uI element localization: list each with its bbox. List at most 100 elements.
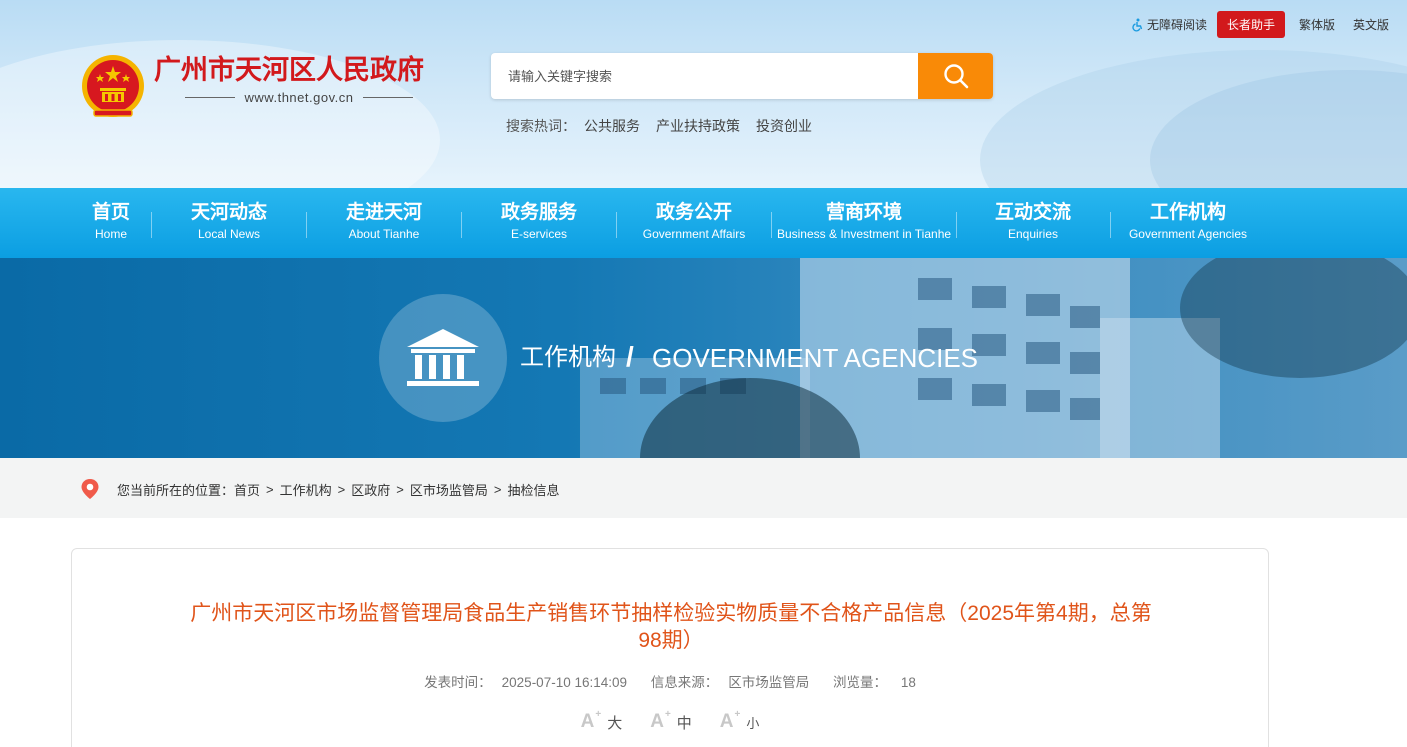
- banner-window: [1070, 398, 1100, 420]
- nav-item-local-news[interactable]: 天河动态 Local News: [164, 188, 294, 258]
- nav-divider: [1110, 212, 1111, 238]
- publish-time-label: 发表时间：: [424, 675, 492, 690]
- location-pin-icon: [81, 479, 99, 499]
- info-source-value: 区市场监管局: [728, 675, 810, 690]
- nav-label-zh: 互动交流: [994, 202, 1071, 223]
- hot-term[interactable]: 公共服务: [584, 116, 640, 136]
- accessibility-label: 无障碍阅读: [1146, 18, 1207, 32]
- breadcrumb-separator: >: [396, 482, 404, 497]
- nav-label-en: Enquiries: [1007, 227, 1059, 241]
- divider-line: [363, 97, 414, 98]
- search-icon: [943, 64, 968, 89]
- article-meta: 发表时间： 2025-07-10 16:14:09 信息来源： 区市场监管局 浏览量…: [72, 671, 1268, 691]
- divider-line: [184, 97, 235, 98]
- banner-window: [918, 278, 952, 300]
- nav-divider: [771, 212, 772, 238]
- wheelchair-icon: [1132, 18, 1143, 31]
- hot-search-terms: 搜索热词： 公共服务 产业扶持政策 投资创业: [506, 116, 812, 136]
- search-box: [491, 53, 993, 99]
- site-title: 广州市天河区人民政府: [154, 55, 424, 85]
- breadcrumb-item[interactable]: 区政府: [351, 480, 390, 499]
- search-button[interactable]: [918, 53, 993, 99]
- nav-item-business-investment[interactable]: 营商环境 Business & Investment in Tianhe: [774, 188, 954, 258]
- banner-window: [918, 378, 952, 400]
- font-size-large-button[interactable]: A + 大: [581, 709, 623, 739]
- elder-assistant-button[interactable]: 长者助手: [1216, 11, 1285, 38]
- banner-window: [972, 384, 1006, 406]
- breadcrumb-item[interactable]: 首页: [234, 480, 260, 499]
- section-banner: 工作机构 / GOVERNMENT AGENCIES: [0, 258, 1407, 458]
- nav-item-government-affairs[interactable]: 政务公开 Government Affairs: [629, 188, 759, 258]
- article-title: 广州市天河区市场监督管理局食品生产销售环节抽样检验实物质量不合格产品信息（202…: [162, 600, 1180, 654]
- site-header: 无障碍阅读 长者助手 繁体版 英文版 广州市天河区人民政府 www.thnet.…: [0, 0, 1407, 188]
- font-size-icon: A: [580, 711, 595, 732]
- nav-label-en: Government Affairs: [642, 227, 746, 241]
- banner-window: [1070, 306, 1100, 328]
- site-url: www.thnet.gov.cn: [244, 90, 354, 105]
- nav-divider: [616, 212, 617, 238]
- banner-window: [1026, 390, 1060, 412]
- site-logo[interactable]: 广州市天河区人民政府 www.thnet.gov.cn: [80, 52, 424, 122]
- breadcrumb-separator: >: [337, 482, 346, 497]
- banner-window: [1026, 294, 1060, 316]
- font-size-small-button[interactable]: A + 小: [720, 709, 760, 739]
- breadcrumb-item[interactable]: 工作机构: [280, 480, 332, 499]
- banner-title-en: GOVERNMENT AGENCIES: [652, 343, 979, 373]
- national-emblem-icon: [82, 55, 144, 117]
- breadcrumb-separator: >: [266, 482, 274, 497]
- font-size-icon: A: [650, 711, 664, 732]
- font-size-plus: +: [664, 709, 671, 720]
- font-size-label: 大: [607, 715, 623, 732]
- breadcrumb-item[interactable]: 区市场监管局: [410, 480, 488, 499]
- nav-divider: [956, 212, 957, 238]
- government-building-icon: [407, 329, 479, 386]
- nav-item-home[interactable]: 首页 Home: [75, 188, 147, 258]
- nav-divider: [151, 212, 152, 238]
- font-size-icon: A: [719, 711, 734, 732]
- font-size-medium-button[interactable]: A + 中: [650, 709, 692, 739]
- english-version-link[interactable]: 英文版: [1353, 16, 1389, 33]
- font-size-label: 中: [676, 715, 692, 732]
- font-size-controls: A + 大 A + 中 A + 小: [72, 709, 1268, 739]
- nav-item-government-agencies[interactable]: 工作机构 Government Agencies: [1118, 188, 1258, 258]
- view-count-value: 18: [900, 675, 916, 690]
- nav-label-en: Local News: [197, 227, 261, 241]
- nav-label-en: Home: [94, 227, 127, 241]
- view-count: 浏览量： 18: [828, 675, 921, 690]
- info-source: 信息来源： 区市场监管局: [646, 675, 815, 690]
- article-title-line: 广州市天河区市场监督管理局食品生产销售环节抽样检验实物质量不合格产品信息（202…: [190, 602, 1152, 625]
- breadcrumb-item[interactable]: 抽检信息: [507, 480, 559, 499]
- nav-divider: [306, 212, 307, 238]
- nav-label-zh: 工作机构: [1149, 202, 1226, 223]
- nav-label-zh: 走进天河: [345, 202, 422, 223]
- hot-search-label: 搜索热词：: [506, 118, 576, 134]
- nav-label-zh: 政务公开: [655, 202, 732, 223]
- banner-window: [972, 286, 1006, 308]
- search-input[interactable]: [491, 53, 918, 99]
- accessibility-link[interactable]: 无障碍阅读: [1130, 16, 1207, 33]
- main-nav: 首页 Home 天河动态 Local News 走进天河 About Tianh…: [0, 188, 1407, 258]
- nav-label-en: E-services: [510, 227, 567, 241]
- nav-item-enquiries[interactable]: 互动交流 Enquiries: [968, 188, 1098, 258]
- breadcrumb: 您当前所在的位置： 首页 > 工作机构 > 区政府 > 区市场监管局 > 抽检信…: [117, 480, 559, 499]
- nav-label-en: Business & Investment in Tianhe: [776, 227, 952, 241]
- banner-window: [640, 378, 666, 394]
- view-count-label: 浏览量：: [833, 675, 888, 690]
- info-source-label: 信息来源：: [650, 675, 719, 690]
- nav-divider: [461, 212, 462, 238]
- hot-term[interactable]: 投资创业: [756, 116, 812, 136]
- banner-title-zh: 工作机构: [520, 344, 616, 371]
- nav-label-zh: 政务服务: [500, 202, 577, 223]
- breadcrumb-bar: 您当前所在的位置： 首页 > 工作机构 > 区政府 > 区市场监管局 > 抽检信…: [0, 458, 1407, 518]
- banner-window: [1026, 342, 1060, 364]
- traditional-chinese-link[interactable]: 繁体版: [1299, 16, 1335, 33]
- nav-item-e-services[interactable]: 政务服务 E-services: [474, 188, 604, 258]
- nav-item-about-tianhe[interactable]: 走进天河 About Tianhe: [319, 188, 449, 258]
- breadcrumb-separator: >: [493, 482, 502, 497]
- banner-window: [1070, 352, 1100, 374]
- hot-term[interactable]: 产业扶持政策: [656, 116, 740, 136]
- banner-window: [600, 378, 626, 394]
- publish-time: 发表时间： 2025-07-10 16:14:09: [419, 675, 632, 690]
- article-title-line: 98期）: [638, 629, 704, 652]
- font-size-plus: +: [734, 709, 741, 720]
